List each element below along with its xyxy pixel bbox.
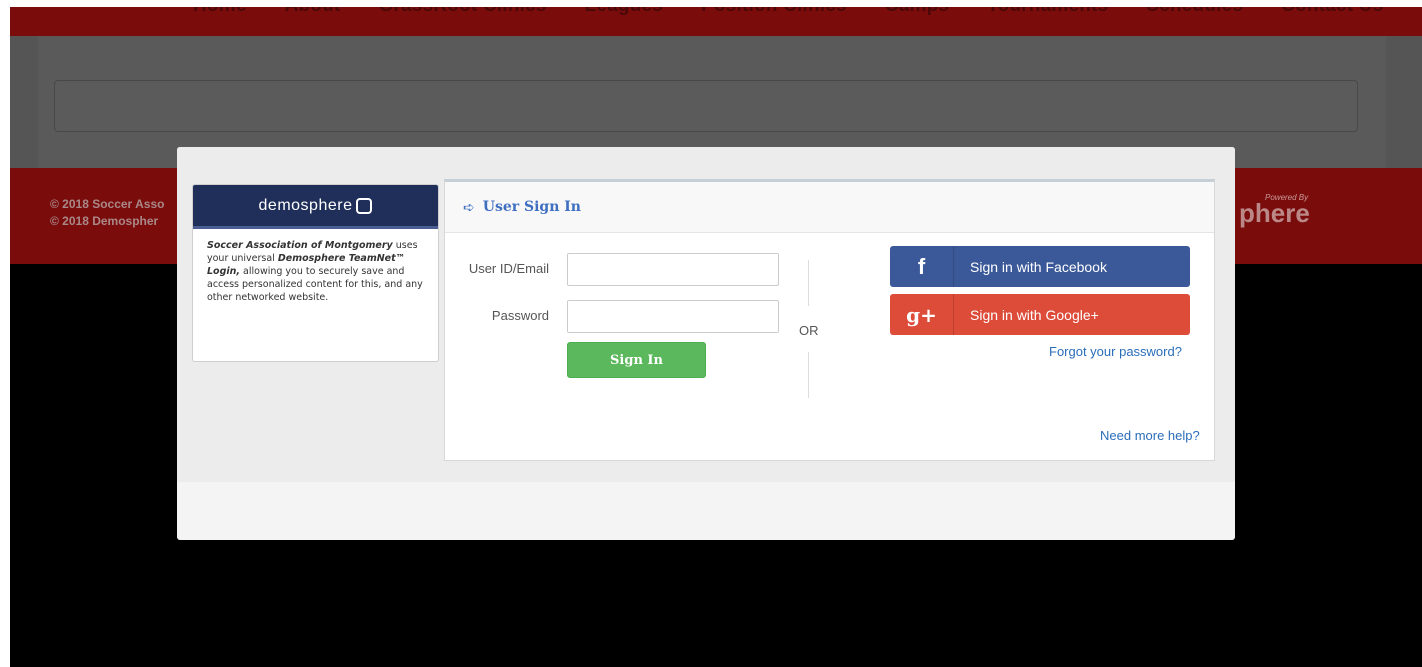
powered-by-brand: phere: [1239, 198, 1310, 228]
demosphere-logo-text: demosphere: [258, 196, 353, 214]
nav-item-camps[interactable]: Camps: [885, 7, 949, 17]
sign-in-google-button[interactable]: g+ Sign in with Google+: [890, 294, 1190, 335]
sign-in-facebook-button[interactable]: f Sign in with Facebook: [890, 246, 1190, 287]
divider-top: [808, 260, 809, 306]
forgot-password-link[interactable]: Forgot your password?: [1049, 344, 1182, 359]
content-box: [54, 80, 1358, 132]
sign-in-modal: demosphere Soccer Association of Montgom…: [177, 147, 1235, 540]
left-edge: [0, 0, 10, 667]
nav-item-home[interactable]: Home: [193, 7, 247, 17]
password-input[interactable]: [567, 300, 779, 333]
facebook-button-label: Sign in with Facebook: [970, 258, 1107, 275]
demosphere-card-text: Soccer Association of Montgomery uses yo…: [193, 229, 438, 314]
nav-item-about[interactable]: About: [285, 7, 341, 17]
top-edge: [0, 0, 1422, 7]
sign-in-header: ➪ User Sign In: [445, 182, 1214, 233]
footer-copyright: © 2018 Soccer Asso © 2018 Demospher: [50, 196, 164, 230]
nav-item-position-clinics[interactable]: Position Clinics: [701, 7, 847, 17]
demosphere-card-header: demosphere: [193, 185, 438, 229]
facebook-icon: f: [890, 246, 954, 287]
divider-bottom: [808, 352, 809, 398]
card-text-part-2: allowing you to securely save and access…: [207, 266, 423, 303]
nav-item-grassroot-clinics[interactable]: GrassRoot Clinics: [378, 7, 546, 17]
top-navigation: Home About GrassRoot Clinics Leagues Pos…: [10, 7, 1422, 36]
footer-copyright-line-2: © 2018 Demospher: [50, 214, 159, 228]
user-id-input[interactable]: [567, 253, 779, 286]
user-sign-in-panel: ➪ User Sign In User ID/Email Password Si…: [444, 179, 1215, 461]
nav-item-schedules[interactable]: Schedules: [1146, 7, 1243, 17]
org-name: Soccer Association of Montgomery: [207, 240, 393, 251]
powered-by-logo[interactable]: Powered By phere: [1239, 190, 1359, 230]
footer-copyright-line-1: © 2018 Soccer Asso: [50, 197, 165, 211]
need-more-help-link[interactable]: Need more help?: [1100, 428, 1200, 443]
google-button-label: Sign in with Google+: [970, 306, 1099, 323]
nav-list: Home About GrassRoot Clinics Leagues Pos…: [193, 7, 1421, 17]
sign-in-button[interactable]: Sign In: [567, 342, 706, 378]
demosphere-info-card: demosphere Soccer Association of Montgom…: [192, 184, 439, 362]
google-plus-icon: g+: [890, 294, 954, 335]
user-id-label: User ID/Email: [468, 261, 549, 276]
or-separator: OR: [799, 323, 819, 338]
password-label: Password: [491, 308, 549, 323]
nav-item-leagues[interactable]: Leagues: [585, 7, 664, 17]
nav-item-tournaments[interactable]: Tournaments: [987, 7, 1108, 17]
demosphere-logo-icon: [356, 197, 373, 214]
nav-item-contact-us[interactable]: Contact Us: [1281, 7, 1383, 17]
sign-in-title: User Sign In: [482, 199, 581, 215]
sign-in-arrow-icon: ➪: [463, 198, 475, 215]
